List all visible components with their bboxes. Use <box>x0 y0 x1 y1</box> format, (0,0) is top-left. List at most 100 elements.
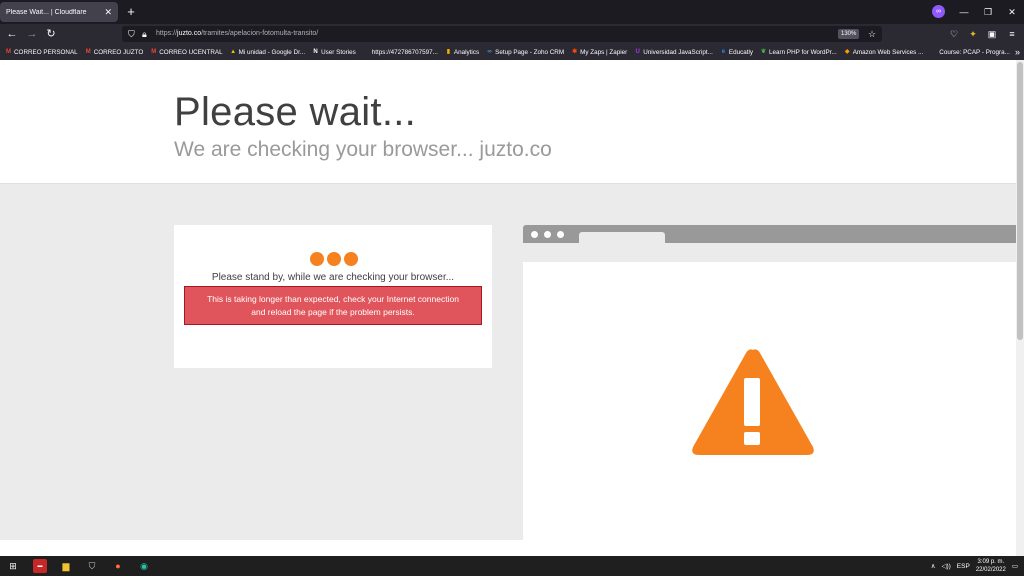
back-button[interactable]: ← <box>4 26 20 42</box>
zoho-icon: ∞ <box>487 48 492 55</box>
tray-chevron-icon[interactable]: ∧ <box>931 562 936 570</box>
bookmark-label: My Zaps | Zapier <box>580 48 628 56</box>
illustration-dot <box>531 231 538 238</box>
illustration-tab <box>579 232 665 243</box>
illustration-titlebar <box>523 225 1016 243</box>
udemy-icon: U <box>635 48 640 55</box>
analytics-icon: ▮ <box>446 48 451 55</box>
url-bar[interactable]: ⛉ 🔒︎ https://juzto.co/tramites/apelacion… <box>122 26 882 42</box>
zapier-icon: ✱ <box>572 48 578 55</box>
bookmark-label: Analytics <box>453 48 480 56</box>
file-explorer-icon[interactable]: ▆ <box>59 559 73 573</box>
bookmark-label: CORREO UCENTRAL <box>159 48 223 56</box>
browser-illustration <box>523 225 1016 540</box>
bookmark-item[interactable]: U Universidad JavaScript... <box>634 49 713 56</box>
forward-button[interactable]: → <box>24 26 40 42</box>
bookmark-item[interactable]: M CORREO JUZTO <box>85 49 144 56</box>
chrome-icon[interactable]: ◉ <box>137 559 151 573</box>
volume-icon[interactable]: ◁)) <box>941 562 950 570</box>
page-title: Please wait... <box>174 90 417 134</box>
windows-start-icon[interactable]: ⊞ <box>6 559 20 573</box>
bookmark-item[interactable]: N User Stories <box>312 48 355 56</box>
reload-button[interactable]: ↻ <box>43 26 59 42</box>
error-alert: This is taking longer than expected, che… <box>184 286 482 325</box>
bookmark-item[interactable]: ✱ My Zaps | Zapier <box>571 49 627 56</box>
pocket-icon[interactable]: ♡ <box>947 27 961 41</box>
bookmark-label: Educatly <box>728 48 754 56</box>
menu-icon[interactable]: ≡ <box>1005 27 1019 41</box>
illustration-content <box>523 262 1016 540</box>
clock-date: 22/02/2022 <box>975 567 1006 573</box>
bookmarks-overflow-button[interactable]: » <box>1015 44 1020 60</box>
bookmark-label: CORREO PERSONAL <box>14 48 78 56</box>
page-header: Please wait... We are checking your brow… <box>0 60 1016 184</box>
bookmark-item[interactable]: ▲ Mi unidad - Google Dr... <box>230 48 306 56</box>
bookmark-label: Mi unidad - Google Dr... <box>238 48 306 56</box>
notifications-icon[interactable]: ▭ <box>1012 562 1018 570</box>
gmail-icon: M <box>151 48 157 55</box>
page-body: Please stand by, while we are checking y… <box>0 184 1016 540</box>
extension-grey-icon[interactable]: ▣ <box>985 27 999 41</box>
gmail-icon: M <box>6 48 11 55</box>
page-subtitle: We are checking your browser... juzto.co <box>174 138 552 161</box>
leaf-icon: ❦ <box>761 48 767 55</box>
globe-icon: ⊕ <box>363 48 369 55</box>
extension-icon[interactable]: ✦ <box>966 27 980 41</box>
tab-active[interactable]: Please Wait... | Cloudflare ✕ <box>0 2 118 22</box>
loading-dot <box>344 252 358 266</box>
url-text[interactable]: https://juzto.co/tramites/apelacion-foto… <box>156 26 318 42</box>
loading-dot <box>327 252 341 266</box>
illustration-dot <box>544 231 551 238</box>
bookmark-item[interactable]: ▮ Analytics <box>445 49 479 56</box>
bookmark-item[interactable]: ❦ Learn PHP for WordPr... <box>760 49 837 56</box>
bookmark-label: Course: PCAP - Progra... <box>939 48 1010 56</box>
scrollbar-thumb[interactable] <box>1017 62 1023 340</box>
page-scrollbar[interactable] <box>1016 60 1024 556</box>
shield-icon[interactable]: ⛉ <box>128 26 135 42</box>
bookmark-item[interactable]: ▭ Course: PCAP - Progra... <box>930 49 1010 56</box>
bookmark-label: Setup Page - Zoho CRM <box>495 48 565 56</box>
minimize-button[interactable]: — <box>952 7 976 17</box>
aws-icon: ◆ <box>844 48 850 55</box>
bookmark-star-icon[interactable]: ☆ <box>868 26 876 42</box>
restore-button[interactable]: ❐ <box>976 7 1000 18</box>
loading-dots-icon <box>310 252 358 266</box>
gmail-icon: M <box>85 48 91 55</box>
bookmark-item[interactable]: ∞ Setup Page - Zoho CRM <box>486 49 564 56</box>
alert-line-2: and reload the page if the problem persi… <box>251 307 415 317</box>
app-icon[interactable]: ▬ <box>33 559 47 573</box>
close-window-button[interactable]: ✕ <box>1000 7 1024 18</box>
bookmark-item[interactable]: M CORREO PERSONAL <box>5 49 78 56</box>
new-tab-button[interactable]: + <box>124 3 138 21</box>
os-taskbar: ⊞ ▬ ▆ ⛉ ● ◉ ∧ ◁)) ESP 3:09 p. m. 22/02/2… <box>0 556 1024 576</box>
warning-icon <box>692 349 814 455</box>
status-card: Please stand by, while we are checking y… <box>174 225 492 368</box>
window-controls: — ❐ ✕ <box>952 0 1024 24</box>
tab-close-icon[interactable]: ✕ <box>104 7 112 18</box>
course-icon: ▭ <box>930 48 937 55</box>
zoom-level-badge[interactable]: 130% <box>838 29 860 39</box>
firefox-icon[interactable]: ● <box>111 559 125 573</box>
lock-icon[interactable]: 🔒︎ <box>142 26 147 42</box>
private-browsing-icon[interactable]: ∞ <box>932 5 945 18</box>
notion-icon: N <box>313 48 318 55</box>
alert-line-1: This is taking longer than expected, che… <box>207 294 459 304</box>
bookmark-label: CORREO JUZTO <box>93 48 144 56</box>
illustration-dot <box>557 231 564 238</box>
standby-message: Please stand by, while we are checking y… <box>211 272 455 283</box>
system-tray: ∧ ◁)) ESP 3:09 p. m. 22/02/2022 ▭ <box>931 556 1018 576</box>
bookmark-item[interactable]: ◆ Amazon Web Services ... <box>844 48 924 56</box>
bookmark-item[interactable]: e Educatly <box>720 49 753 56</box>
clock[interactable]: 3:09 p. m. 22/02/2022 <box>976 558 1006 574</box>
tab-bar: Please Wait... | Cloudflare ✕ + ∞ — ❐ ✕ <box>0 0 1024 24</box>
bookmark-label: Universidad JavaScript... <box>643 48 713 56</box>
bookmark-item[interactable]: ⊕ https://472786707597... <box>363 49 438 56</box>
page-footer-strip <box>0 540 1016 556</box>
security-icon[interactable]: ⛉ <box>85 559 99 573</box>
bookmark-label: Amazon Web Services ... <box>852 48 924 56</box>
language-indicator[interactable]: ESP <box>957 563 970 570</box>
loading-dot <box>310 252 324 266</box>
bookmark-label: https://472786707597... <box>371 48 438 56</box>
bookmark-item[interactable]: M CORREO UCENTRAL <box>150 49 222 56</box>
bookmark-label: Learn PHP for WordPr... <box>769 48 837 56</box>
